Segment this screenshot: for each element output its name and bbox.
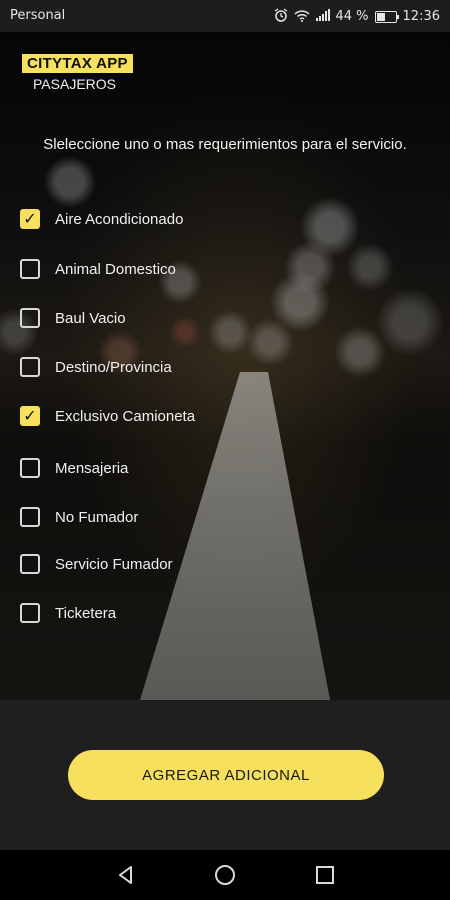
instruction-text: Sleleccione uno o mas requerimientos par… bbox=[43, 136, 407, 153]
checkmark-icon: ✓ bbox=[23, 406, 37, 425]
option-destino-provincia[interactable]: Destino/Provincia bbox=[20, 354, 172, 380]
option-label: Animal Domestico bbox=[55, 260, 176, 278]
option-mensajeria[interactable]: Mensajeria bbox=[20, 455, 128, 481]
option-baul-vacio[interactable]: Baul Vacio bbox=[20, 305, 126, 331]
status-bar: Personal 44 % 12:36 bbox=[0, 0, 450, 32]
carrier-name: Personal bbox=[10, 8, 66, 23]
option-no-fumador[interactable]: No Fumador bbox=[20, 504, 138, 530]
checkbox[interactable] bbox=[20, 259, 40, 279]
recents-icon[interactable] bbox=[314, 864, 336, 886]
navigation-bar bbox=[0, 850, 450, 900]
checkbox[interactable] bbox=[20, 458, 40, 478]
option-label: Ticketera bbox=[55, 604, 117, 622]
option-label: Baul Vacio bbox=[55, 309, 126, 327]
back-icon[interactable] bbox=[115, 864, 137, 886]
checkbox[interactable] bbox=[20, 507, 40, 527]
option-label: Mensajeria bbox=[55, 459, 129, 477]
checkbox[interactable] bbox=[20, 308, 40, 328]
app-name-badge: CITYTAX APP bbox=[22, 54, 133, 73]
battery-icon bbox=[374, 10, 399, 23]
option-aire-acondicionado[interactable]: ✓ Aire Acondicionado bbox=[20, 206, 183, 232]
alarm-icon bbox=[274, 8, 288, 25]
option-label: No Fumador bbox=[55, 508, 139, 526]
option-label: Destino/Provincia bbox=[55, 358, 172, 376]
checkbox[interactable] bbox=[20, 554, 40, 574]
checkbox[interactable] bbox=[20, 357, 40, 377]
app-subtitle: PASAJEROS bbox=[33, 76, 116, 92]
signal-icon bbox=[315, 9, 330, 24]
checkbox[interactable]: ✓ bbox=[20, 209, 40, 229]
status-icons: 44 % 12:36 bbox=[274, 8, 440, 25]
checkmark-icon: ✓ bbox=[23, 209, 37, 228]
option-exclusivo-camioneta[interactable]: ✓ Exclusivo Camioneta bbox=[20, 403, 195, 429]
wifi-icon bbox=[293, 9, 310, 25]
option-label: Aire Acondicionado bbox=[55, 210, 184, 228]
option-label: Exclusivo Camioneta bbox=[55, 407, 196, 425]
checkbox[interactable] bbox=[20, 603, 40, 623]
add-additional-button[interactable]: AGREGAR ADICIONAL bbox=[68, 750, 384, 800]
checkbox[interactable]: ✓ bbox=[20, 406, 40, 426]
clock: 12:36 bbox=[402, 9, 440, 24]
option-label: Servicio Fumador bbox=[55, 555, 173, 573]
battery-percent: 44 % bbox=[335, 9, 369, 24]
option-animal-domestico[interactable]: Animal Domestico bbox=[20, 256, 176, 282]
option-ticketera[interactable]: Ticketera bbox=[20, 600, 116, 626]
home-icon[interactable] bbox=[214, 864, 236, 886]
option-servicio-fumador[interactable]: Servicio Fumador bbox=[20, 551, 173, 577]
